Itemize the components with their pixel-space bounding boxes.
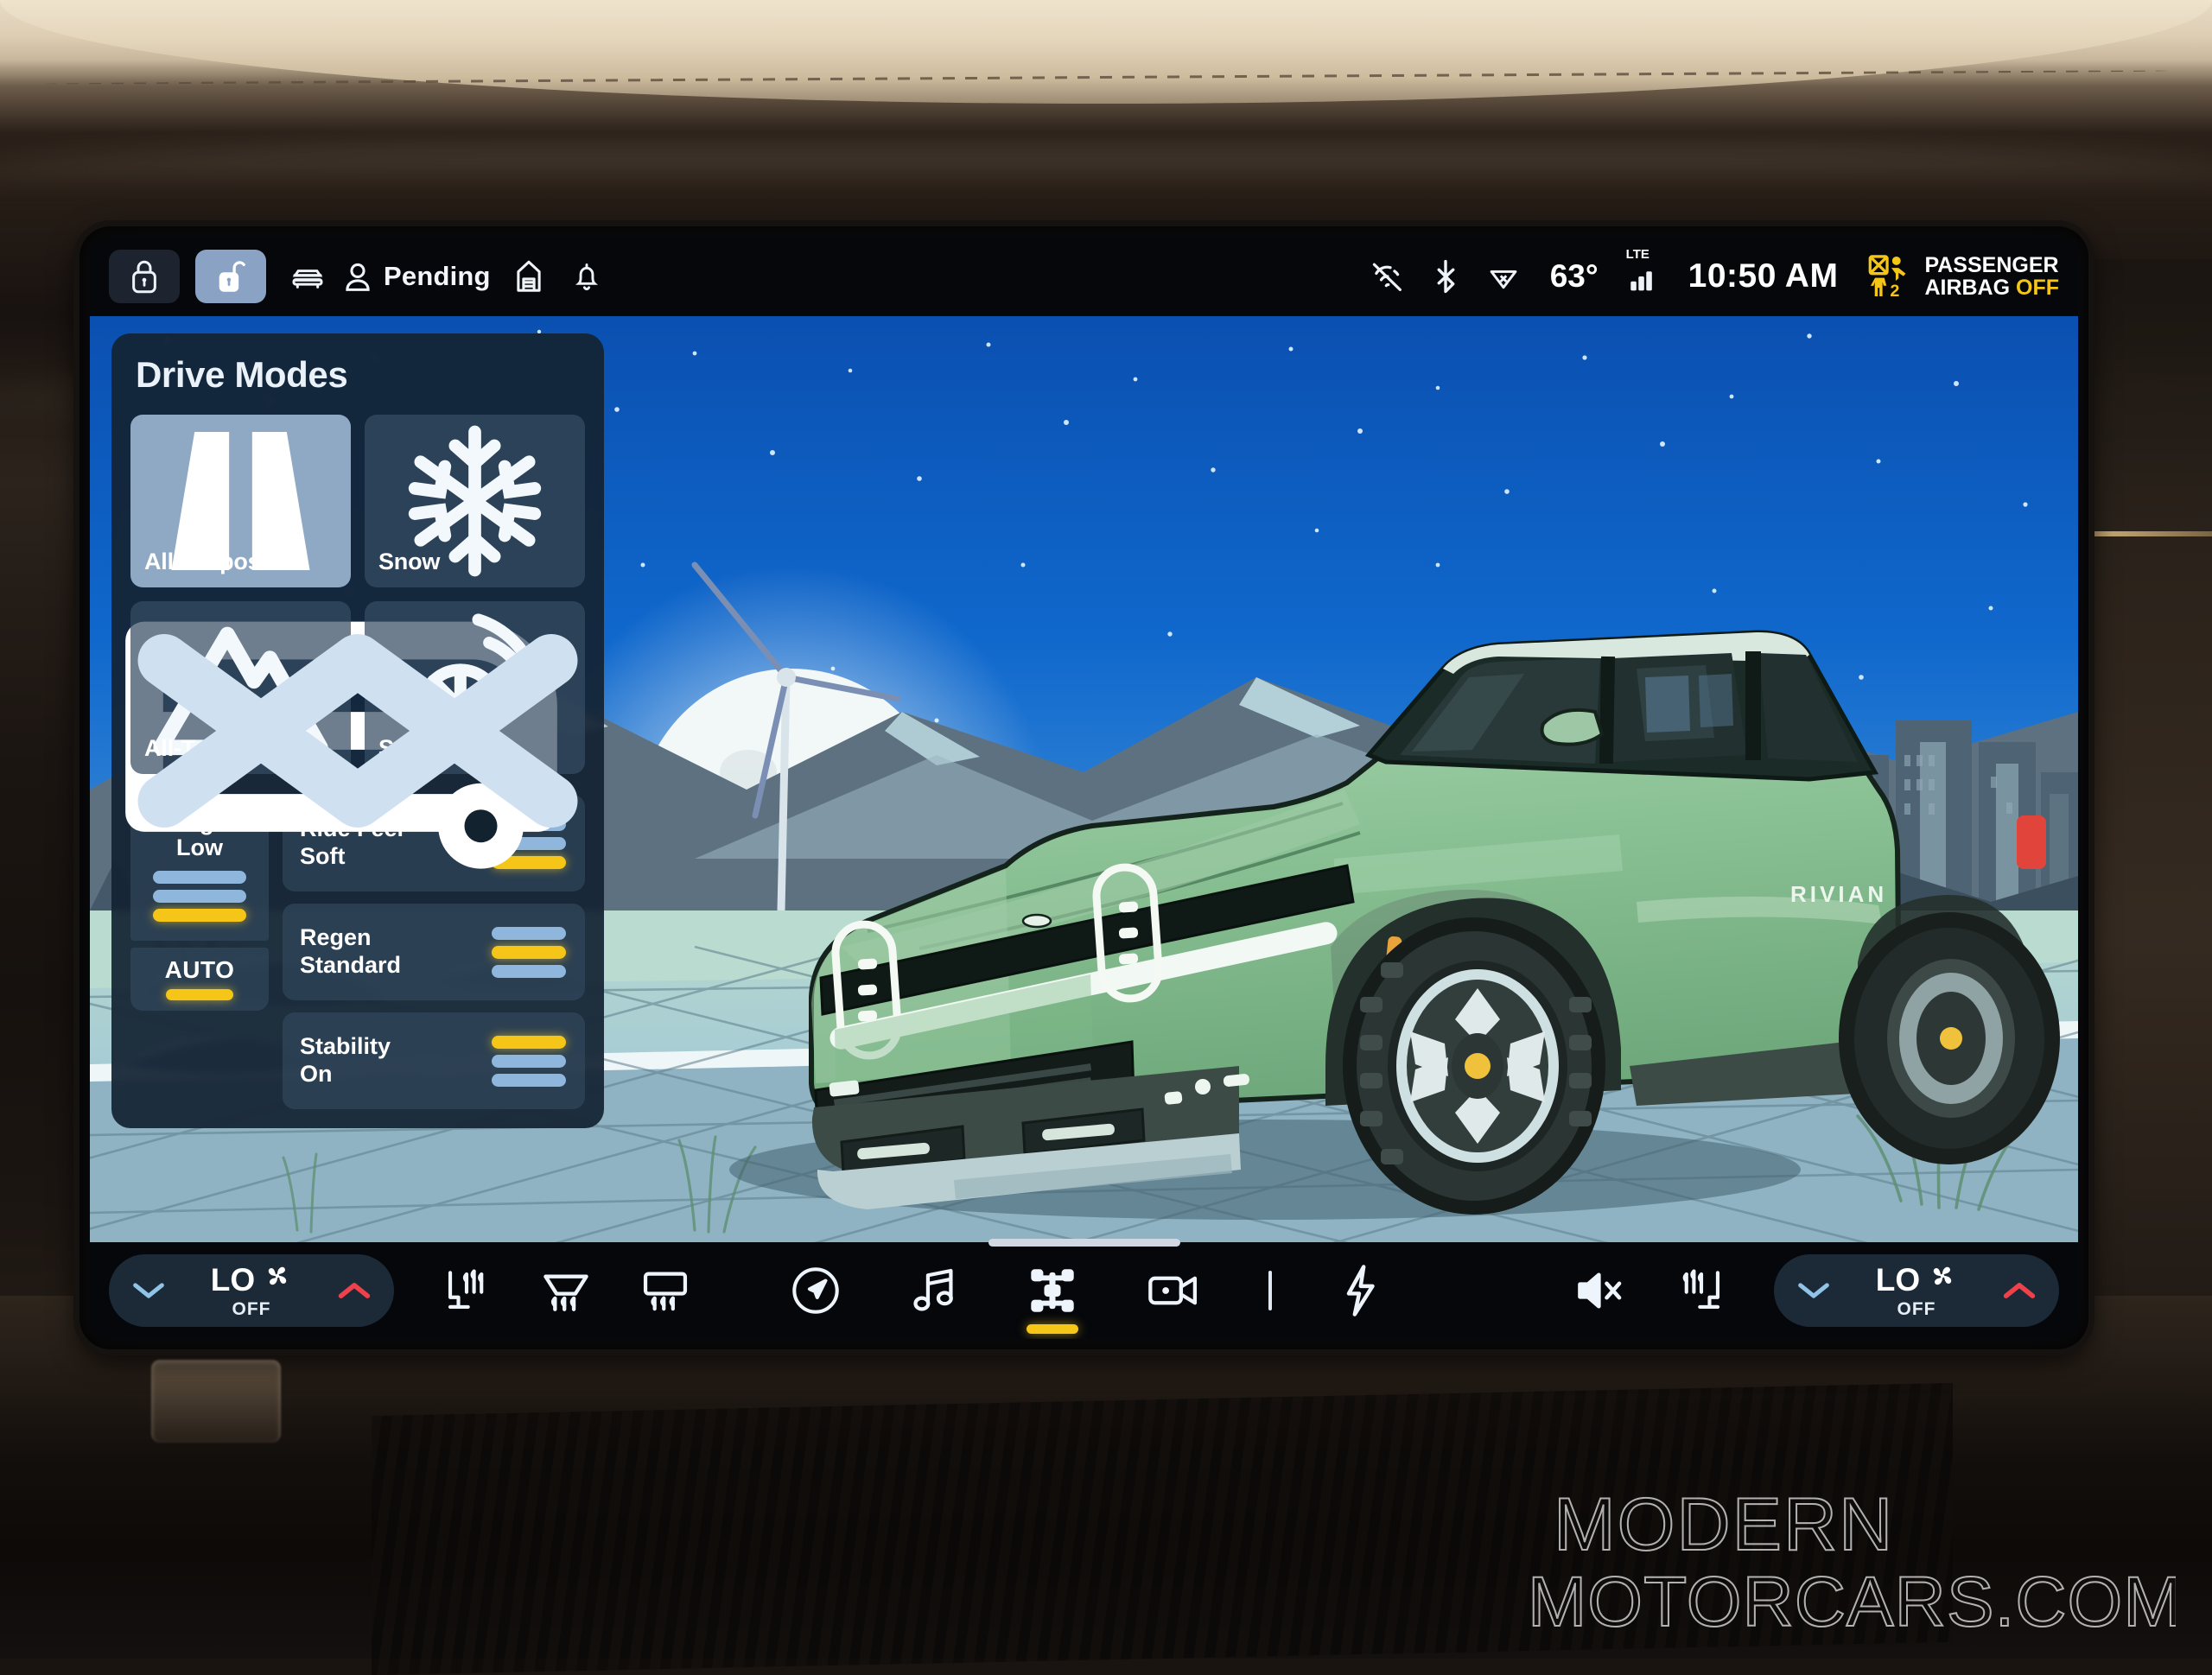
dash-vent-grille <box>372 1383 1953 1675</box>
vehicle-icon[interactable] <box>289 259 327 294</box>
driver-seat-heater-icon[interactable] <box>441 1264 493 1317</box>
garage-door-icon[interactable] <box>513 258 544 295</box>
rear-defrost-icon[interactable] <box>639 1266 691 1316</box>
charging-icon <box>1339 1264 1379 1317</box>
signal-bars-icon: LTE <box>1628 261 1659 292</box>
chevron-up-icon[interactable] <box>337 1279 372 1302</box>
chevron-up-icon[interactable] <box>2002 1279 2037 1302</box>
music-icon <box>909 1265 959 1317</box>
dash-upper-trim <box>0 0 2212 104</box>
front-defrost-icon[interactable] <box>539 1266 593 1316</box>
passenger-airbag-icon: 2 <box>1867 252 1916 301</box>
vehicle-scene[interactable]: RIVIAN <box>90 316 2078 1242</box>
chevron-down-icon[interactable] <box>131 1279 166 1302</box>
infotainment-screen[interactable]: Pending <box>90 237 2078 1339</box>
location-off-icon <box>1369 259 1405 294</box>
svg-text:2: 2 <box>1891 282 1900 301</box>
status-bar: Pending <box>90 237 2078 316</box>
camera-icon <box>1146 1267 1201 1314</box>
passenger-climate-status: OFF <box>1897 1299 1936 1320</box>
network-type-label: LTE <box>1626 247 1649 262</box>
navigation-icon <box>790 1265 842 1317</box>
dock-charging[interactable] <box>1339 1264 1379 1317</box>
drive-modes-panel[interactable]: Drive Modes <box>111 333 604 1128</box>
fan-icon <box>1928 1261 1957 1298</box>
bluetooth-icon <box>1434 258 1457 295</box>
driver-profile-button[interactable]: Pending <box>342 259 491 294</box>
lock-button[interactable] <box>109 250 180 303</box>
driver-climate-status: OFF <box>232 1299 270 1320</box>
app-dock <box>790 1264 1379 1317</box>
driver-temp-value: LO <box>211 1262 255 1298</box>
airbag-line-2: AIRBAG <box>1924 276 2010 300</box>
drive-chassis-icon <box>1027 1265 1078 1317</box>
fan-icon <box>263 1261 292 1298</box>
driver-profile-label: Pending <box>384 261 491 292</box>
notification-bell-icon[interactable] <box>572 259 601 294</box>
dock-divider <box>1268 1271 1272 1310</box>
vehicle-badge: RIVIAN <box>1790 881 1887 907</box>
dock-active-indicator <box>1027 1324 1078 1334</box>
dock-camera[interactable] <box>1146 1267 1201 1314</box>
passenger-seat-heater-icon[interactable] <box>1675 1264 1727 1317</box>
drag-handle[interactable] <box>988 1239 1180 1247</box>
passenger-climate-control[interactable]: LO OFF <box>1774 1254 2059 1327</box>
infotainment-bezel: Pending <box>79 226 2088 1349</box>
dock-drive[interactable] <box>1027 1265 1078 1317</box>
lock-open-icon <box>214 258 247 295</box>
bottom-bar: LO OFF <box>90 1242 2078 1339</box>
dock-navigation[interactable] <box>790 1265 842 1317</box>
clock: 10:50 AM <box>1688 257 1839 295</box>
passenger-temp-value: LO <box>1876 1262 1920 1298</box>
airbag-state: OFF <box>2016 276 2059 300</box>
lock-closed-icon <box>128 258 161 295</box>
airbag-line-1: PASSENGER <box>1924 253 2058 277</box>
outside-temperature: 63° <box>1550 258 1599 295</box>
driver-climate-control[interactable]: LO OFF <box>109 1254 394 1327</box>
dash-crease-upper <box>0 147 2212 225</box>
vehicle-dashboard: Pending <box>0 0 2212 1659</box>
dash-right-panel <box>2082 259 2212 1382</box>
user-profile-icon <box>342 259 373 294</box>
passenger-airbag-status: 2 PASSENGER AIRBAG OFF <box>1867 252 2059 301</box>
mute-icon[interactable] <box>1575 1266 1629 1315</box>
chevron-down-icon[interactable] <box>1796 1279 1831 1302</box>
dock-music[interactable] <box>909 1265 959 1317</box>
unlock-button[interactable] <box>195 250 266 303</box>
console-port <box>151 1360 281 1443</box>
wifi-off-icon <box>1486 261 1521 292</box>
height-control: Height Low <box>130 795 269 1109</box>
